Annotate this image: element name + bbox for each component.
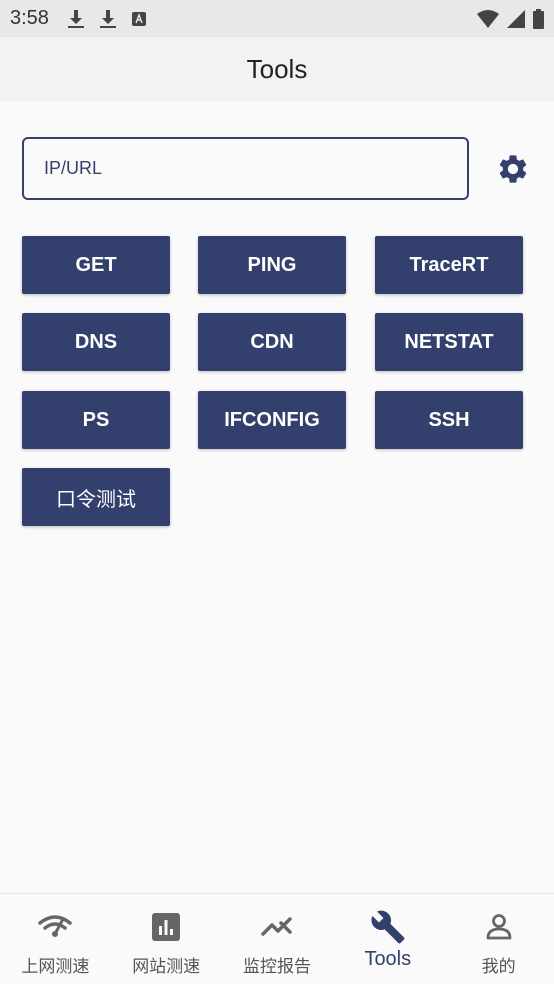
trend-icon bbox=[259, 910, 295, 944]
nav-item-website-speed[interactable]: 网站测速 bbox=[111, 894, 222, 984]
wrench-icon bbox=[370, 910, 406, 944]
target-input[interactable] bbox=[24, 139, 467, 198]
app-bar: Tools bbox=[0, 37, 554, 101]
nav-label: 监控报告 bbox=[242, 957, 311, 977]
page-title: Tools bbox=[246, 53, 308, 84]
netstat-button[interactable]: NETSTAT bbox=[375, 313, 523, 371]
target-input-container bbox=[22, 137, 469, 200]
tracert-button[interactable]: TraceRT bbox=[375, 236, 523, 294]
system-icons bbox=[477, 8, 544, 29]
gear-icon bbox=[499, 155, 527, 183]
nav-item-monitor-report[interactable]: 监控报告 bbox=[222, 894, 333, 984]
ping-button[interactable]: PING bbox=[198, 236, 346, 294]
password-test-button[interactable]: 口令测试 bbox=[22, 468, 170, 526]
settings-button[interactable] bbox=[494, 150, 532, 188]
ifconfig-button[interactable]: IFCONFIG bbox=[198, 391, 346, 449]
dns-button[interactable]: DNS bbox=[22, 313, 170, 371]
ssh-button[interactable]: SSH bbox=[375, 391, 523, 449]
cdn-button[interactable]: CDN bbox=[198, 313, 346, 371]
status-bar: 3:58 bbox=[0, 0, 554, 37]
notification-icons bbox=[67, 9, 147, 29]
nav-label: 上网测速 bbox=[21, 957, 90, 977]
bar-chart-icon bbox=[148, 910, 184, 944]
download-icon bbox=[99, 9, 116, 28]
nav-label: 我的 bbox=[481, 957, 516, 977]
status-time: 3:58 bbox=[10, 7, 49, 29]
person-icon bbox=[481, 910, 517, 944]
nav-label: 网站测速 bbox=[132, 957, 201, 977]
tools-screen: 3:58 Tools IP/URL GET PING TraceRT DNS C… bbox=[0, 0, 554, 984]
nav-label: Tools bbox=[364, 948, 412, 970]
ps-button[interactable]: PS bbox=[22, 391, 170, 449]
download-icon bbox=[67, 9, 84, 28]
nav-item-speed-test[interactable]: 上网测速 bbox=[0, 894, 111, 984]
bottom-nav: 上网测速 网站测速 监控报告 Tools 我的 bbox=[0, 893, 554, 984]
get-button[interactable]: GET bbox=[22, 236, 170, 294]
nav-item-profile[interactable]: 我的 bbox=[443, 894, 554, 984]
wifi-speed-icon bbox=[37, 910, 73, 944]
wifi-icon bbox=[477, 9, 499, 28]
battery-icon bbox=[533, 8, 544, 29]
signal-icon bbox=[507, 9, 525, 28]
a-box-icon bbox=[131, 11, 146, 26]
nav-item-tools[interactable]: Tools bbox=[332, 894, 443, 984]
